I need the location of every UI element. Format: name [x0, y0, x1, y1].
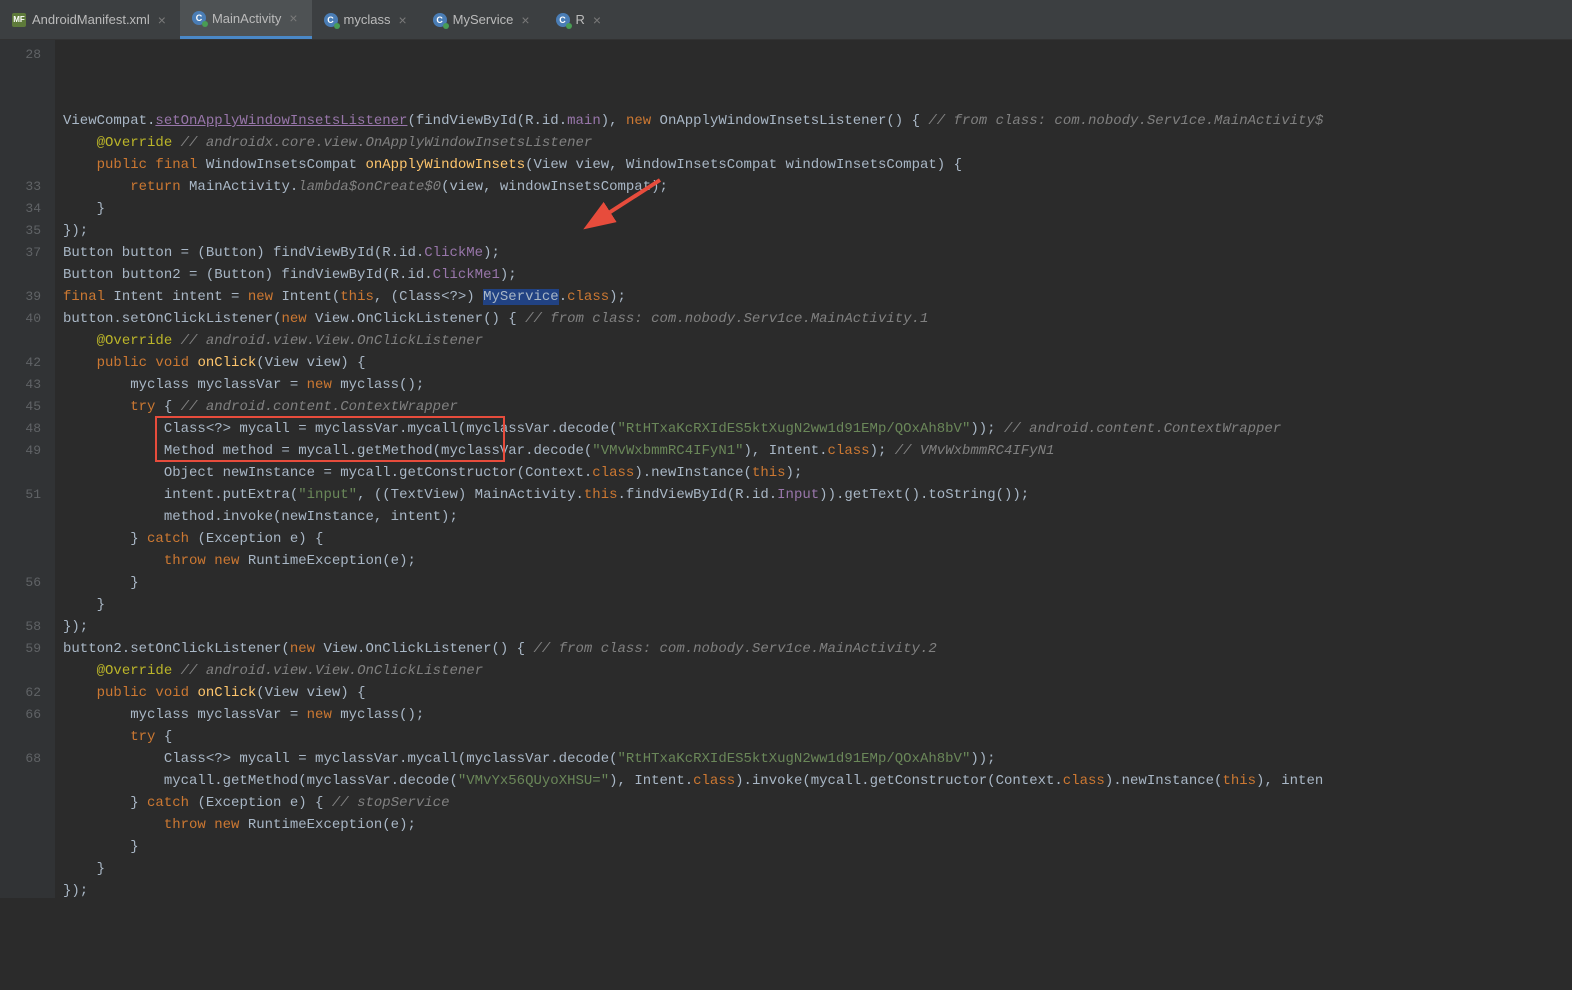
code-line[interactable]: });: [63, 616, 1572, 638]
class-file-icon: C: [556, 13, 570, 27]
class-file-icon: C: [192, 11, 206, 25]
class-file-icon: C: [324, 13, 338, 27]
line-number: [0, 462, 55, 484]
class-file-icon: C: [433, 13, 447, 27]
line-number: [0, 660, 55, 682]
close-icon[interactable]: ×: [287, 10, 299, 26]
code-line[interactable]: Object newInstance = mycall.getConstruct…: [63, 462, 1572, 484]
editor-tabs: MFAndroidManifest.xml×CMainActivity×Cmyc…: [0, 0, 1572, 40]
code-line[interactable]: @Override // android.view.View.OnClickLi…: [63, 330, 1572, 352]
code-line[interactable]: Class<?> mycall = myclassVar.mycall(mycl…: [63, 748, 1572, 770]
line-number: 42: [0, 352, 55, 374]
line-number: 48: [0, 418, 55, 440]
code-line[interactable]: } catch (Exception e) {: [63, 528, 1572, 550]
line-number: 62: [0, 682, 55, 704]
code-line[interactable]: public final WindowInsetsCompat onApplyW…: [63, 154, 1572, 176]
tab-myclass[interactable]: Cmyclass ×: [312, 0, 421, 39]
line-number: [0, 814, 55, 836]
code-line[interactable]: button.setOnClickListener(new View.OnCli…: [63, 308, 1572, 330]
tab-label: R: [576, 12, 585, 27]
code-line[interactable]: Button button2 = (Button) findViewById(R…: [63, 264, 1572, 286]
line-number: 49: [0, 440, 55, 462]
line-number: 40: [0, 308, 55, 330]
code-line[interactable]: final Intent intent = new Intent(this, (…: [63, 286, 1572, 308]
code-line[interactable]: button2.setOnClickListener(new View.OnCl…: [63, 638, 1572, 660]
line-number: [0, 594, 55, 616]
line-number: [0, 154, 55, 176]
line-number: 51: [0, 484, 55, 506]
tab-label: MyService: [453, 12, 514, 27]
tab-label: myclass: [344, 12, 391, 27]
code-line[interactable]: ViewCompat.setOnApplyWindowInsetsListene…: [63, 110, 1572, 132]
line-number: 59: [0, 638, 55, 660]
code-line[interactable]: public void onClick(View view) {: [63, 352, 1572, 374]
line-number: 39: [0, 286, 55, 308]
tab-r[interactable]: CR ×: [544, 0, 616, 39]
line-number: 68: [0, 748, 55, 770]
tab-label: AndroidManifest.xml: [32, 12, 150, 27]
code-line[interactable]: try { // android.content.ContextWrapper: [63, 396, 1572, 418]
code-line[interactable]: throw new RuntimeException(e);: [63, 814, 1572, 836]
code-line[interactable]: }: [63, 594, 1572, 616]
line-number: [0, 792, 55, 814]
line-number: [0, 88, 55, 110]
code-line[interactable]: } catch (Exception e) { // stopService: [63, 792, 1572, 814]
code-area[interactable]: ViewCompat.setOnApplyWindowInsetsListene…: [55, 40, 1572, 898]
tab-label: MainActivity: [212, 11, 281, 26]
code-line[interactable]: myclass myclassVar = new myclass();: [63, 374, 1572, 396]
code-line[interactable]: return MainActivity.lambda$onCreate$0(vi…: [63, 176, 1572, 198]
code-line[interactable]: myclass myclassVar = new myclass();: [63, 704, 1572, 726]
code-line[interactable]: method.invoke(newInstance, intent);: [63, 506, 1572, 528]
code-line[interactable]: @Override // androidx.core.view.OnApplyW…: [63, 132, 1572, 154]
line-number: [0, 110, 55, 132]
code-line[interactable]: mycall.getMethod(myclassVar.decode("VMvY…: [63, 770, 1572, 792]
code-line[interactable]: });: [63, 220, 1572, 242]
code-line[interactable]: }: [63, 198, 1572, 220]
line-number: 35: [0, 220, 55, 242]
code-editor[interactable]: 28 33343537 3940 4243454849 51 56 5859 6266 68 V…: [0, 40, 1572, 898]
line-number: [0, 66, 55, 88]
code-line[interactable]: Class<?> mycall = myclassVar.mycall(mycl…: [63, 418, 1572, 440]
line-number: [0, 330, 55, 352]
close-icon[interactable]: ×: [591, 12, 603, 28]
line-number: 43: [0, 374, 55, 396]
line-number: 56: [0, 572, 55, 594]
line-number: 66: [0, 704, 55, 726]
code-line[interactable]: public void onClick(View view) {: [63, 682, 1572, 704]
line-number: 58: [0, 616, 55, 638]
line-number: [0, 506, 55, 528]
line-number: [0, 132, 55, 154]
code-line[interactable]: }: [63, 572, 1572, 594]
line-number: [0, 550, 55, 572]
tab-mainactivity[interactable]: C MainActivity ×: [180, 0, 312, 39]
code-line[interactable]: throw new RuntimeException(e);: [63, 550, 1572, 572]
close-icon[interactable]: ×: [396, 12, 408, 28]
line-gutter: 28 33343537 3940 4243454849 51 56 5859 6266 68: [0, 40, 55, 898]
tab-myservice[interactable]: C MyService ×: [421, 0, 544, 39]
code-line[interactable]: Button button = (Button) findViewById(R.…: [63, 242, 1572, 264]
close-icon[interactable]: ×: [519, 12, 531, 28]
line-number: 33: [0, 176, 55, 198]
code-line[interactable]: }: [63, 836, 1572, 858]
code-line[interactable]: @Override // android.view.View.OnClickLi…: [63, 660, 1572, 682]
code-line[interactable]: }: [63, 858, 1572, 880]
line-number: [0, 726, 55, 748]
line-number: [0, 770, 55, 792]
tab-androidmanifest-xml[interactable]: MF AndroidManifest.xml ×: [0, 0, 180, 39]
code-line[interactable]: intent.putExtra("input", ((TextView) Mai…: [63, 484, 1572, 506]
code-line[interactable]: });: [63, 880, 1572, 902]
line-number: 45: [0, 396, 55, 418]
line-number: 28: [0, 44, 55, 66]
close-icon[interactable]: ×: [156, 12, 168, 28]
code-line[interactable]: try {: [63, 726, 1572, 748]
line-number: 37: [0, 242, 55, 264]
code-line[interactable]: Method method = mycall.getMethod(myclass…: [63, 440, 1572, 462]
line-number: [0, 528, 55, 550]
xml-file-icon: MF: [12, 13, 26, 27]
line-number: [0, 264, 55, 286]
line-number: 34: [0, 198, 55, 220]
